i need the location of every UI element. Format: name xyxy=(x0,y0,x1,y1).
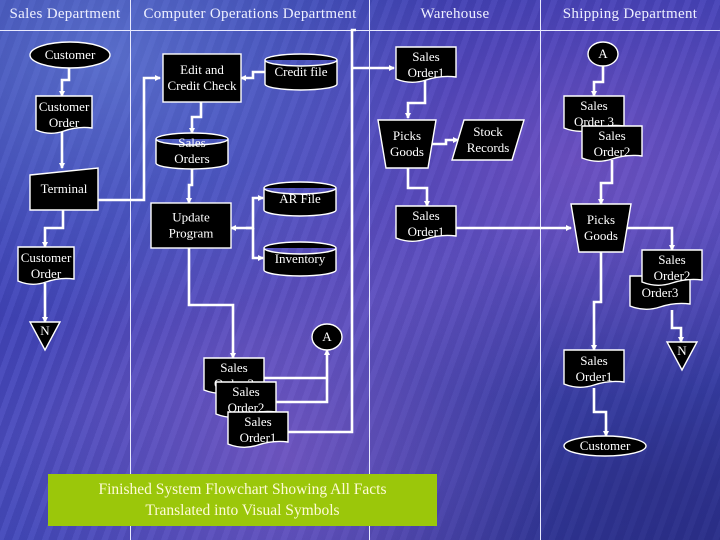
node-wh-sales-order1-mid: SalesOrder1 xyxy=(395,205,457,242)
node-credit-file: Credit file xyxy=(264,53,338,91)
node-label: Sales xyxy=(580,353,607,368)
node-label: Sales xyxy=(244,414,271,429)
node-label: Records xyxy=(467,140,510,155)
node-label: Order3 xyxy=(642,285,679,300)
node-label: Sales xyxy=(412,49,439,64)
node-inventory: Inventory xyxy=(263,241,337,277)
node-stock-records: StockRecords xyxy=(451,119,525,161)
node-sales-orders-db: SalesOrders xyxy=(155,132,229,170)
node-stack-sales-order1: SalesOrder1 xyxy=(227,411,289,448)
node-label: Credit file xyxy=(274,64,327,79)
node-label: Edit and xyxy=(180,62,224,77)
flow-terminal-to-edit xyxy=(97,75,161,202)
node-offpage-n-left: N xyxy=(28,321,62,352)
node-label: Sales xyxy=(178,135,205,150)
node-label: Customer xyxy=(45,47,96,62)
node-update-program: UpdateProgram xyxy=(150,202,232,249)
node-label: Sales xyxy=(232,384,259,399)
node-label: Order1 xyxy=(240,430,277,445)
flow-wh-order1-to-picks xyxy=(405,80,427,119)
node-label: Order xyxy=(49,115,80,130)
node-label: N xyxy=(40,323,50,338)
node-label: Sales xyxy=(412,208,439,223)
flow-picks-to-sh-order1 xyxy=(591,252,603,351)
node-sh-sales-order2b: SalesOrder2 xyxy=(641,249,703,286)
node-label: Goods xyxy=(390,144,424,159)
node-label: Inventory xyxy=(275,251,326,266)
node-label: N xyxy=(677,343,687,358)
node-label: Customer xyxy=(580,438,631,453)
node-sh-sales-order2: SalesOrder2 xyxy=(581,125,643,162)
node-label: Sales xyxy=(580,98,607,113)
flow-terminal-to-customer-order xyxy=(42,210,65,248)
node-label: Customer xyxy=(39,99,90,114)
node-sh-sales-order1: SalesOrder1 xyxy=(563,349,625,388)
caption-line-1: Finished System Flowchart Showing All Fa… xyxy=(98,481,387,498)
node-label: Goods xyxy=(584,228,618,243)
node-label: Stock xyxy=(473,124,503,139)
node-label: Sales xyxy=(220,360,247,375)
node-customer-order-2: CustomerOrder xyxy=(17,246,75,285)
node-label: Order xyxy=(31,266,62,281)
node-offpage-n-right: N xyxy=(665,341,699,372)
flow-update-to-salesorder-stack xyxy=(187,248,236,359)
node-terminal: Terminal xyxy=(29,167,99,211)
node-label: AR File xyxy=(279,191,321,206)
flowchart-shapes: CustomerCustomerOrderTerminalCustomerOrd… xyxy=(17,41,703,457)
flow-picks-to-sh-order2b xyxy=(625,226,675,251)
flow-order3-to-n xyxy=(670,310,684,343)
node-connector-a-right: A xyxy=(587,41,619,67)
node-label: Sales xyxy=(658,252,685,267)
node-label: Order1 xyxy=(576,369,613,384)
node-label: A xyxy=(598,46,608,61)
node-label: Order1 xyxy=(408,65,445,80)
flow-creditfile-to-edit xyxy=(240,70,265,81)
flow-update-to-files xyxy=(246,195,264,230)
node-edit-credit-check: Edit andCredit Check xyxy=(162,53,242,103)
node-connector-a-left: A xyxy=(311,323,343,351)
flow-sh-order1-to-customer xyxy=(592,388,609,437)
node-label: Customer xyxy=(21,250,72,265)
node-label: Picks xyxy=(393,128,421,143)
flow-edit-to-salesorders xyxy=(189,102,203,134)
node-label: Picks xyxy=(587,212,615,227)
flowchart-canvas: CustomerCustomerOrderTerminalCustomerOrd… xyxy=(17,28,703,457)
node-sh-picks-goods: PicksGoods xyxy=(570,203,632,253)
flow-picks-to-wh-order1-mid xyxy=(406,168,430,207)
node-customer-order-1: CustomerOrder xyxy=(35,95,93,134)
caption-banner: Finished System Flowchart Showing All Fa… xyxy=(48,474,437,526)
node-label: Terminal xyxy=(41,181,88,196)
flow-update-to-inventory xyxy=(251,228,264,261)
node-customer-start: Customer xyxy=(29,41,111,69)
node-wh-sales-order1-top: SalesOrder1 xyxy=(395,46,457,83)
node-label: Orders xyxy=(174,151,209,166)
flow-stack-order2-to-a xyxy=(276,349,330,404)
flow-salesorders-to-update xyxy=(186,168,194,204)
node-label: Order1 xyxy=(408,224,445,239)
flow-picks-to-stock xyxy=(432,137,459,146)
node-ar-file: AR File xyxy=(263,181,337,217)
node-label: Update xyxy=(172,210,210,225)
node-wh-picks-goods: PicksGoods xyxy=(377,119,437,169)
flow-a-to-sh-order3 xyxy=(591,66,605,97)
flow-customer-to-order xyxy=(59,67,71,97)
node-label: Order2 xyxy=(594,144,631,159)
flow-sh-order2-to-picks xyxy=(598,160,614,205)
caption-line-2: Translated into Visual Symbols xyxy=(145,502,340,519)
node-label: Program xyxy=(169,226,214,241)
node-customer-end: Customer xyxy=(563,435,647,457)
node-label: Credit Check xyxy=(168,78,237,93)
node-label: Order2 xyxy=(654,268,691,283)
node-label: Sales xyxy=(598,128,625,143)
node-label: A xyxy=(322,329,332,344)
